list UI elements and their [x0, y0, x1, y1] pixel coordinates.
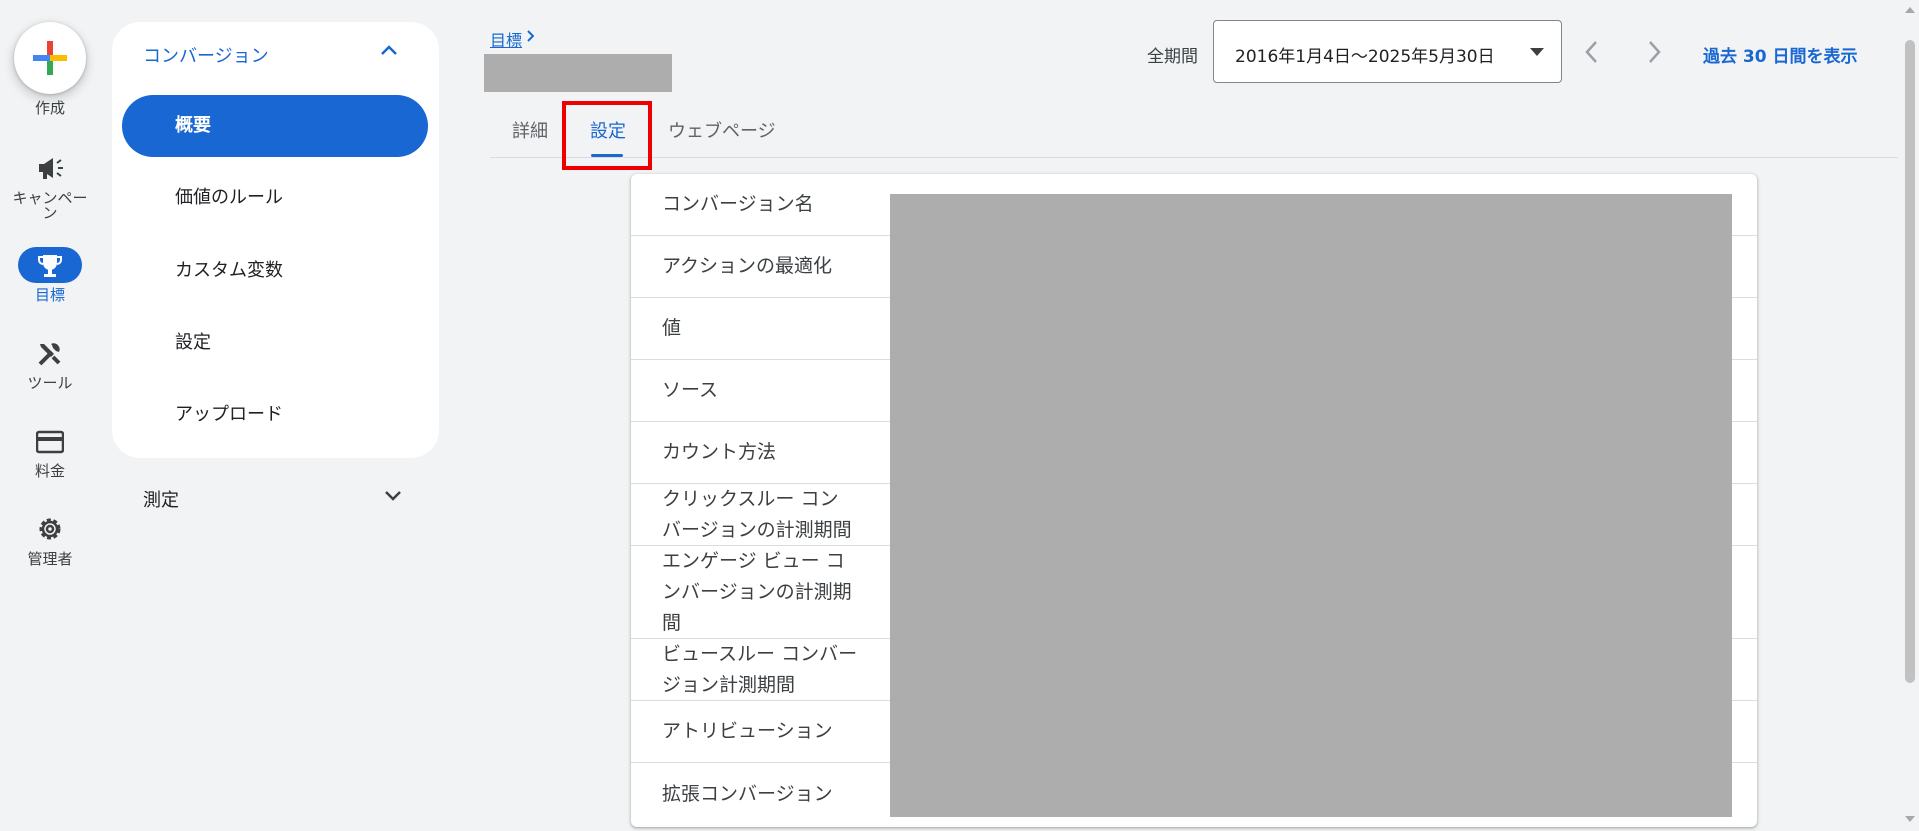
settings-row-label: コンバージョン名 — [662, 193, 814, 215]
settings-row-label: アクションの最適化 — [662, 255, 833, 277]
chevron-down-icon[interactable] — [384, 490, 402, 502]
chevron-up-icon[interactable] — [380, 44, 398, 56]
create-label: 作成 — [34, 99, 65, 117]
period-label: 全期間 — [1147, 47, 1198, 67]
tab-webpages[interactable]: ウェブページ — [668, 117, 776, 143]
nav-group-conversions[interactable]: コンバージョン — [143, 42, 269, 68]
settings-row-label: 値 — [662, 317, 682, 339]
rail-item-tools[interactable]: ツール — [0, 376, 100, 391]
chevron-right-icon — [527, 30, 534, 42]
page-scrollbar[interactable] — [1900, 0, 1919, 831]
credit-card-icon[interactable] — [36, 430, 64, 454]
settings-row-label: エンゲージ ビュー コンバージョンの計測期間 — [662, 550, 852, 634]
settings-values-redacted — [890, 194, 1732, 817]
settings-row-label: ビュースルー コンバー ジョン計測期間 — [662, 643, 858, 696]
nav-item-value-rules[interactable]: 価値のルール — [122, 167, 428, 229]
dropdown-arrow-icon — [1530, 48, 1544, 56]
date-range-select[interactable]: 2016年1月4日〜2025年5月30日 — [1213, 20, 1562, 83]
previous-period-icon[interactable] — [1583, 38, 1601, 66]
plus-icon — [33, 41, 67, 75]
create-button[interactable] — [14, 22, 86, 94]
next-period-icon[interactable] — [1645, 38, 1663, 66]
rail-item-admin[interactable]: 管理者 — [0, 552, 100, 567]
settings-row-label: カウント方法 — [662, 441, 777, 463]
left-rail: 作成 キャンペーン 目標 ツール 料金 管理者 — [0, 0, 100, 831]
date-range-value: 2016年1月4日〜2025年5月30日 — [1235, 47, 1495, 67]
side-nav: コンバージョン 概要 価値のルール カスタム変数 設定 アップロード — [112, 22, 439, 458]
megaphone-icon[interactable] — [36, 155, 64, 181]
rail-item-goals[interactable] — [18, 247, 82, 283]
nav-item-overview[interactable]: 概要 — [122, 95, 428, 157]
rail-item-billing[interactable]: 料金 — [0, 464, 100, 479]
show-last-30-days-link[interactable]: 過去 30 日間を表示 — [1703, 42, 1858, 67]
scroll-up-icon[interactable] — [1905, 6, 1915, 14]
nav-group-measurement[interactable]: 測定 — [143, 486, 179, 512]
rail-item-goals-label: 目標 — [34, 286, 65, 304]
trophy-icon — [38, 255, 62, 277]
settings-row-label: 拡張コンバージョン — [662, 783, 833, 805]
settings-row-label: クリックスルー コン バージョンの計測期間 — [662, 488, 852, 541]
settings-row-label: アトリビューション — [662, 720, 833, 742]
tab-details[interactable]: 詳細 — [512, 117, 548, 143]
rail-item-campaigns[interactable]: キャンペーン — [0, 191, 100, 221]
gear-icon[interactable] — [36, 515, 64, 543]
scrollbar-thumb[interactable] — [1905, 40, 1915, 683]
scroll-down-icon[interactable] — [1905, 815, 1915, 823]
nav-item-custom-variables[interactable]: カスタム変数 — [122, 240, 428, 302]
nav-item-settings[interactable]: 設定 — [122, 312, 428, 374]
page-title-redacted — [484, 54, 672, 92]
breadcrumb-goals[interactable]: 目標 — [490, 27, 522, 51]
tools-icon[interactable] — [36, 340, 64, 368]
settings-row-label: ソース — [662, 379, 719, 401]
highlight-box — [562, 101, 652, 170]
nav-item-uploads[interactable]: アップロード — [122, 384, 428, 446]
